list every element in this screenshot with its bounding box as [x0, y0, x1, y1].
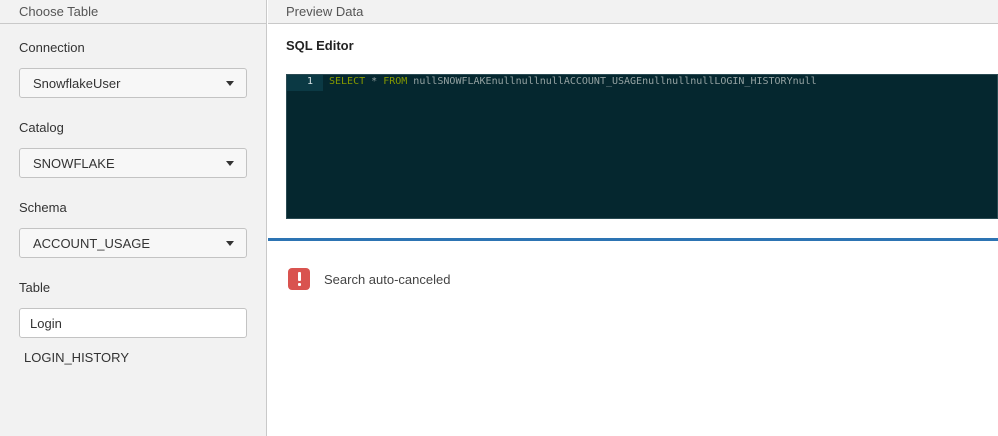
chevron-down-icon [226, 241, 234, 246]
chevron-down-icon [226, 81, 234, 86]
chevron-down-icon [226, 161, 234, 166]
schema-value: ACCOUNT_USAGE [33, 236, 151, 251]
results-divider [268, 238, 998, 241]
connection-label: Connection [19, 40, 85, 55]
preview-data-panel: Preview Data SQL Editor 1 SELECT * FROM … [268, 0, 998, 436]
error-message: Search auto-canceled [324, 272, 451, 287]
connection-value: SnowflakeUser [33, 76, 121, 91]
sql-star: * [365, 76, 384, 87]
sql-keyword-select: SELECT [329, 76, 366, 87]
schema-select[interactable]: ACCOUNT_USAGE [19, 228, 247, 258]
sql-editor[interactable]: 1 SELECT * FROM nullSNOWFLAKEnullnullnul… [286, 74, 998, 219]
catalog-select[interactable]: SNOWFLAKE [19, 148, 247, 178]
line-number: 1 [306, 76, 313, 87]
connection-select[interactable]: SnowflakeUser [19, 68, 247, 98]
choose-table-header: Choose Table [0, 0, 266, 24]
table-result-item[interactable]: LOGIN_HISTORY [24, 350, 129, 365]
sql-keyword-from: FROM [383, 76, 408, 87]
catalog-value: SNOWFLAKE [33, 156, 115, 171]
choose-table-panel: Choose Table Connection SnowflakeUser Ca… [0, 0, 267, 436]
table-label: Table [19, 280, 51, 295]
table-search-input[interactable] [19, 308, 247, 338]
error-icon [288, 268, 310, 290]
sql-editor-title: SQL Editor [286, 38, 354, 53]
catalog-label: Catalog [19, 120, 64, 135]
schema-label: Schema [19, 200, 67, 215]
sql-code-line: SELECT * FROM nullSNOWFLAKEnullnullnullA… [329, 76, 817, 87]
sql-table-ref: nullSNOWFLAKEnullnullnullACCOUNT_USAGEnu… [407, 76, 817, 87]
preview-data-header: Preview Data [268, 0, 998, 24]
